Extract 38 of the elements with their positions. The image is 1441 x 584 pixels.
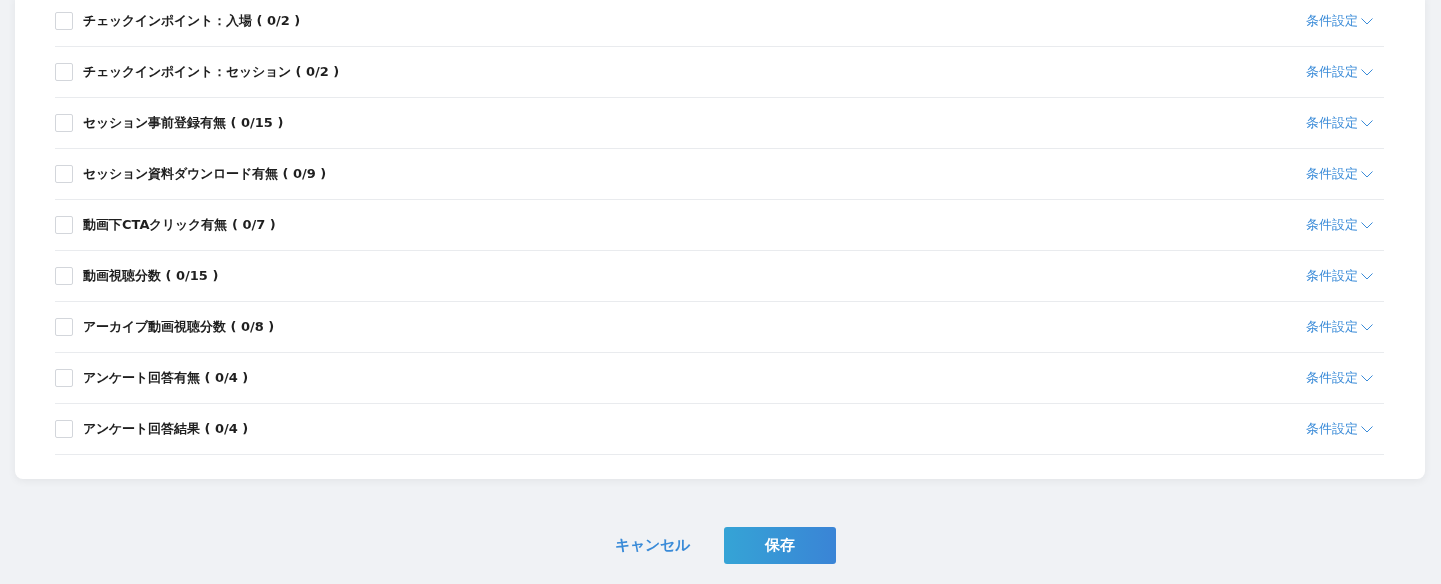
condition-settings-link[interactable]: 条件設定 bbox=[1306, 12, 1373, 30]
condition-settings-link[interactable]: 条件設定 bbox=[1306, 420, 1373, 438]
checkbox[interactable] bbox=[55, 420, 73, 438]
condition-settings-link[interactable]: 条件設定 bbox=[1306, 216, 1373, 234]
chevron-down-icon bbox=[1361, 119, 1373, 127]
condition-settings-link[interactable]: 条件設定 bbox=[1306, 63, 1373, 81]
condition-label: アーカイブ動画視聴分数 ( 0/8 ) bbox=[83, 318, 276, 336]
save-button[interactable]: 保存 bbox=[724, 527, 836, 564]
condition-settings-link[interactable]: 条件設定 bbox=[1306, 114, 1373, 132]
condition-label: セッション資料ダウンロード有無 ( 0/9 ) bbox=[83, 165, 328, 183]
condition-settings-link[interactable]: 条件設定 bbox=[1306, 318, 1373, 336]
checkbox[interactable] bbox=[55, 12, 73, 30]
checkbox[interactable] bbox=[55, 267, 73, 285]
chevron-down-icon bbox=[1361, 272, 1373, 280]
chevron-down-icon bbox=[1361, 323, 1373, 331]
condition-label: アンケート回答有無 ( 0/4 ) bbox=[83, 369, 250, 387]
chevron-down-icon bbox=[1361, 170, 1373, 178]
condition-settings-link[interactable]: 条件設定 bbox=[1306, 165, 1373, 183]
chevron-down-icon bbox=[1361, 425, 1373, 433]
chevron-down-icon bbox=[1361, 68, 1373, 76]
condition-label: 動画視聴分数 ( 0/15 ) bbox=[83, 267, 220, 285]
checkbox[interactable] bbox=[55, 165, 73, 183]
chevron-down-icon bbox=[1361, 374, 1373, 382]
condition-label: アンケート回答結果 ( 0/4 ) bbox=[83, 420, 250, 438]
cancel-button[interactable]: キャンセル bbox=[611, 528, 694, 563]
chevron-down-icon bbox=[1361, 221, 1373, 229]
condition-label: セッション事前登録有無 ( 0/15 ) bbox=[83, 114, 285, 132]
checkbox[interactable] bbox=[55, 114, 73, 132]
condition-label: チェックインポイント：セッション ( 0/2 ) bbox=[83, 63, 341, 81]
condition-label: チェックインポイント：入場 ( 0/2 ) bbox=[83, 12, 302, 30]
checkbox[interactable] bbox=[55, 318, 73, 336]
checkbox[interactable] bbox=[55, 216, 73, 234]
condition-settings-link[interactable]: 条件設定 bbox=[1306, 267, 1373, 285]
condition-label: 動画下CTAクリック有無 ( 0/7 ) bbox=[83, 216, 277, 234]
condition-settings-link[interactable]: 条件設定 bbox=[1306, 369, 1373, 387]
checkbox[interactable] bbox=[55, 369, 73, 387]
checkbox[interactable] bbox=[55, 63, 73, 81]
chevron-down-icon bbox=[1361, 17, 1373, 25]
